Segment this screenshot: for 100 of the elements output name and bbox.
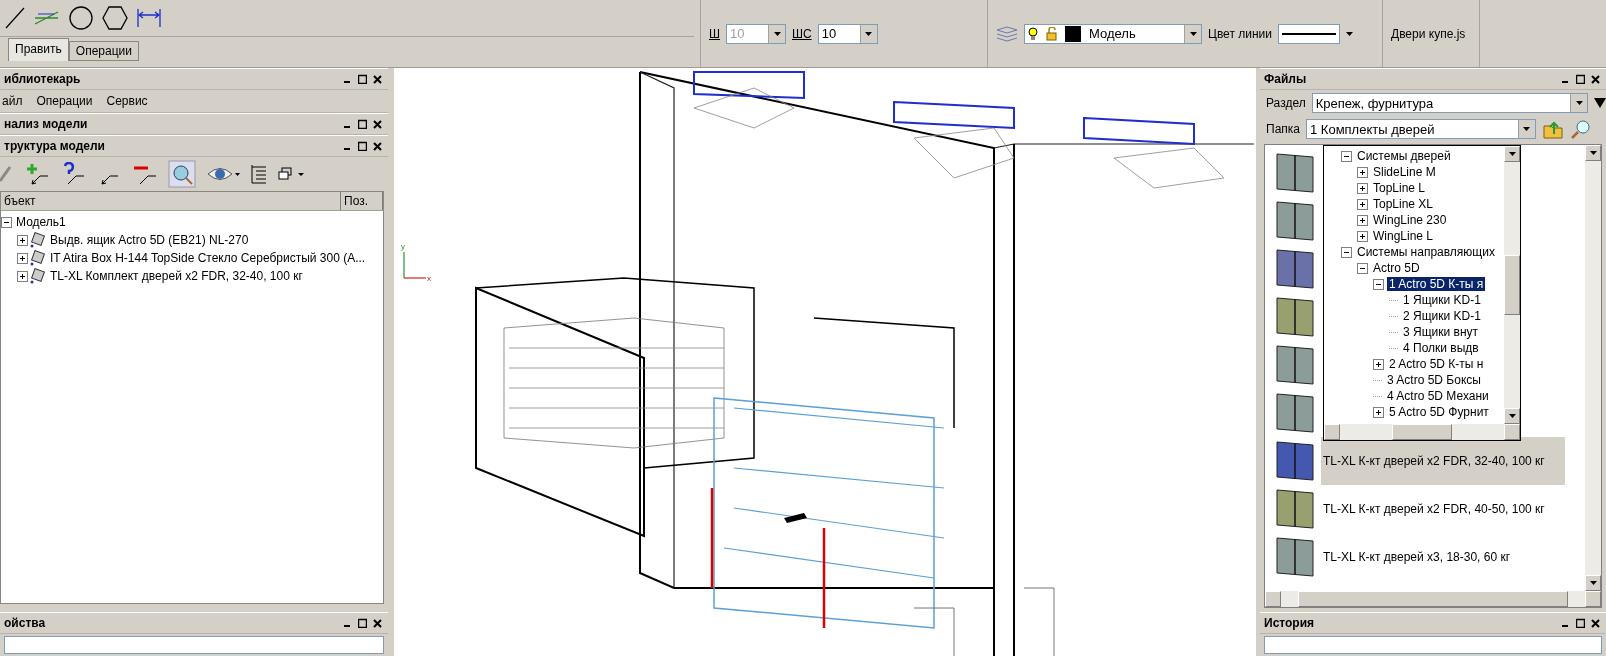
expand-icon[interactable]: [17, 252, 28, 264]
expand-icon[interactable]: [1357, 198, 1368, 210]
scroll-thumb[interactable]: [1504, 255, 1520, 315]
tab[interactable]: Править: [8, 38, 69, 61]
column-header[interactable]: бъект: [1, 192, 341, 210]
tree-item[interactable]: Системы дверей: [1355, 149, 1453, 163]
dropdown-arrow-icon[interactable]: [865, 31, 873, 36]
expand-icon[interactable]: [1373, 406, 1384, 418]
close-icon[interactable]: [1591, 74, 1600, 84]
expand-icon[interactable]: [1373, 358, 1384, 370]
layers-icon[interactable]: [996, 25, 1018, 42]
panel-title: ойства: [3, 616, 46, 630]
expand-icon[interactable]: [1357, 214, 1368, 226]
section-combo[interactable]: Крепеж, фурнитура: [1311, 93, 1589, 113]
maximize-icon[interactable]: [1576, 618, 1585, 628]
tree-item[interactable]: IT Atira Box H-144 TopSide Стекло Серебристый 300 (A...: [48, 251, 368, 265]
expand-icon[interactable]: [1357, 166, 1368, 178]
dropdown-arrow-icon[interactable]: [1589, 151, 1597, 155]
tree-item[interactable]: 4 Полки выдв: [1401, 341, 1481, 355]
collapse-icon[interactable]: [1341, 150, 1352, 162]
properties-field[interactable]: [4, 636, 384, 654]
close-icon[interactable]: [373, 119, 382, 129]
door-thumbnail-icon: [1275, 392, 1315, 434]
close-icon[interactable]: [373, 141, 382, 151]
tree-item[interactable]: TopLine XL: [1371, 197, 1436, 211]
zoom-object-icon[interactable]: [168, 160, 196, 188]
hexagon-tool-icon[interactable]: [102, 5, 128, 31]
dropdown-arrow-icon[interactable]: [1523, 127, 1531, 131]
panel-title: нализ модели: [3, 117, 88, 131]
menu-item[interactable]: Сервис: [106, 94, 148, 108]
maximize-icon[interactable]: [358, 119, 367, 129]
line-color-combo[interactable]: [1277, 23, 1340, 44]
tree-item[interactable]: 5 Actro 5D Фурнит: [1387, 405, 1491, 419]
history-field[interactable]: [1264, 636, 1602, 654]
dropdown-arrow-icon[interactable]: [1589, 581, 1597, 585]
dropdown-arrow-icon[interactable]: [1508, 152, 1516, 156]
search-icon[interactable]: [1570, 118, 1592, 140]
tree-item[interactable]: Модель1: [14, 215, 68, 229]
maximize-icon[interactable]: [358, 141, 367, 151]
tree-item[interactable]: WingLine L: [1371, 229, 1436, 243]
add-link-icon[interactable]: [24, 162, 50, 186]
maximize-icon[interactable]: [358, 74, 367, 84]
tree-item[interactable]: 4 Actro 5D Механи: [1385, 389, 1491, 403]
line-tool-icon[interactable]: [4, 6, 26, 30]
tree-item[interactable]: SlideLine M: [1371, 165, 1438, 179]
tree-item[interactable]: 1 Ящики KD-1: [1401, 293, 1483, 307]
close-icon[interactable]: [373, 74, 382, 84]
tree-item[interactable]: WingLine 230: [1371, 213, 1449, 227]
horizontal-scrollbar[interactable]: [1324, 424, 1520, 440]
component-icon: [30, 232, 46, 248]
folder-combo[interactable]: 1 Комплекты дверей: [1306, 119, 1536, 139]
file-item[interactable]: TL-XL К-кт дверей x2 FDR, 40-50, 100 кг: [1321, 502, 1547, 516]
file-item[interactable]: TL-XL К-кт дверей x3, 18-30, 60 кг: [1321, 550, 1513, 564]
vertical-scrollbar[interactable]: [1585, 145, 1601, 591]
expand-icon[interactable]: [1357, 230, 1368, 242]
layer-name: Модель: [1089, 26, 1136, 41]
tree-item[interactable]: 2 Ящики KD-1: [1401, 309, 1483, 323]
maximize-icon[interactable]: [358, 618, 367, 628]
vertical-scrollbar[interactable]: [1504, 146, 1520, 424]
menu-item[interactable]: айл: [2, 94, 23, 108]
collapse-icon[interactable]: [1357, 262, 1368, 274]
tree-item[interactable]: Actro 5D: [1371, 261, 1422, 275]
menu-item[interactable]: Операции: [36, 94, 93, 108]
column-header[interactable]: Поз.: [341, 192, 383, 210]
tree-item[interactable]: 2 Actro 5D К-ты н: [1387, 357, 1486, 371]
tree-item[interactable]: TL-XL Комплект дверей x2 FDR, 32-40, 100 кг: [48, 269, 305, 283]
tree-item[interactable]: Выдв. ящик Actro 5D (EB21) NL-270: [48, 233, 251, 247]
tree-item[interactable]: 3 Ящики внут: [1401, 325, 1481, 339]
dropdown-arrow-icon[interactable]: [1575, 101, 1583, 105]
line-step-combo[interactable]: 10: [817, 23, 878, 44]
maximize-icon[interactable]: [1576, 74, 1585, 84]
horizontal-scrollbar[interactable]: [1265, 591, 1601, 607]
tab[interactable]: Операции: [68, 41, 139, 61]
close-icon[interactable]: [1591, 618, 1600, 628]
expand-icon[interactable]: [1357, 182, 1368, 194]
circle-tool-icon[interactable]: [68, 5, 94, 31]
door-thumbnail-icon: [1275, 200, 1315, 242]
section-label: Раздел: [1266, 96, 1306, 110]
dropdown-arrow-icon[interactable]: [1508, 414, 1516, 418]
dropdown-arrow-icon[interactable]: [1345, 31, 1353, 36]
windows-icon[interactable]: [278, 166, 306, 182]
tree-item[interactable]: 1 Actro 5D К-ты я: [1387, 277, 1486, 291]
dimension-tool-icon[interactable]: [136, 6, 162, 30]
dropdown-arrow-icon[interactable]: [1189, 31, 1197, 36]
collapse-icon[interactable]: [1, 216, 12, 228]
close-icon[interactable]: [373, 618, 382, 628]
door-thumbnail-icon: [1275, 248, 1315, 290]
expand-icon[interactable]: [17, 270, 28, 282]
layer-combo[interactable]: Модель: [1024, 23, 1202, 44]
expand-icon[interactable]: [17, 234, 28, 246]
line-step-label: ШС: [792, 26, 812, 41]
lightbulb-icon: [1028, 26, 1038, 41]
dropdown-arrow-icon[interactable]: [1594, 98, 1606, 108]
collapse-icon[interactable]: [1341, 246, 1352, 258]
tree-item[interactable]: TopLine L: [1371, 181, 1428, 195]
collapse-icon[interactable]: [1373, 278, 1384, 290]
tree-item[interactable]: 3 Actro 5D Боксы: [1385, 373, 1483, 387]
line-width-label: Ш: [709, 26, 720, 41]
tree-list-icon[interactable]: [250, 164, 268, 184]
tree-item[interactable]: Системы направляющих: [1355, 245, 1497, 259]
